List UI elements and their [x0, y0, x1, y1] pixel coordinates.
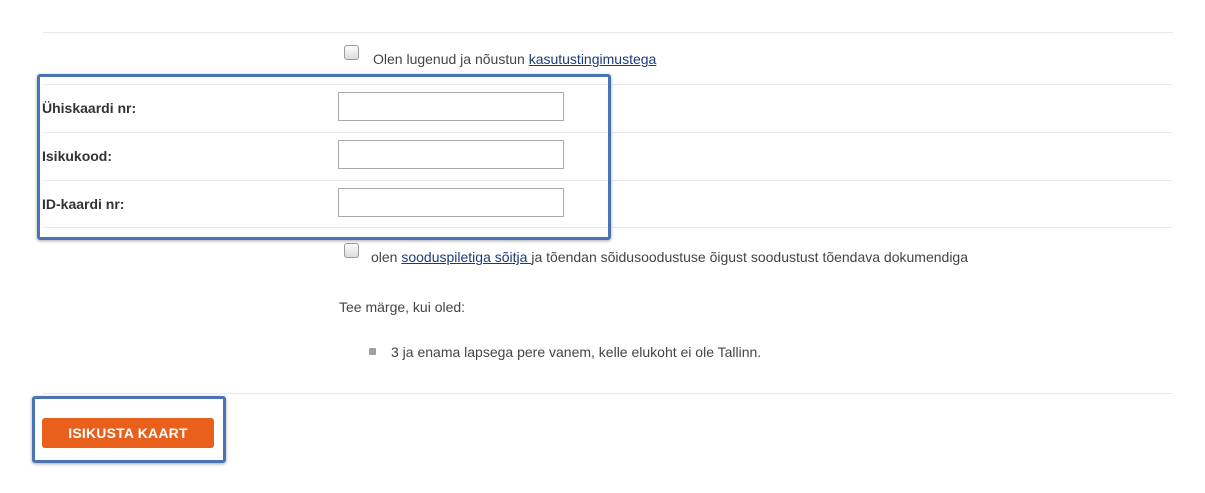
- option-item: 3 ja enama lapsega pere vanem, kelle elu…: [391, 344, 762, 360]
- row-divider: [43, 393, 1173, 394]
- id-card-number-input[interactable]: [338, 188, 564, 217]
- card-number-input[interactable]: [338, 92, 564, 121]
- terms-checkbox[interactable]: [344, 45, 359, 60]
- discount-link[interactable]: sooduspiletiga sõitja: [401, 249, 531, 265]
- personal-code-input[interactable]: [338, 140, 564, 169]
- row-divider: [43, 180, 1173, 181]
- option-bullet-icon: [369, 348, 376, 355]
- id-card-number-label: ID-kaardi nr:: [42, 196, 125, 212]
- row-divider: [43, 32, 1173, 33]
- row-divider: [43, 227, 1173, 228]
- discount-text-after: ja tõendan sõidusoodustuse õigust soodus…: [531, 249, 968, 265]
- personal-code-label: Isikukood:: [42, 148, 113, 164]
- discount-checkbox[interactable]: [344, 243, 359, 258]
- discount-text-before: olen: [371, 249, 402, 265]
- personalize-card-button[interactable]: ISIKUSTA KAART: [42, 418, 214, 448]
- discount-text: olen sooduspiletiga sõitja ja tõendan sõ…: [371, 249, 968, 265]
- card-number-label: Ühiskaardi nr:: [42, 100, 137, 116]
- terms-text-before: Olen lugenud ja nõustun: [373, 51, 529, 67]
- mark-prompt: Tee märge, kui oled:: [339, 299, 466, 315]
- terms-text: Olen lugenud ja nõustun kasutustingimust…: [373, 51, 656, 67]
- row-divider: [43, 132, 1173, 133]
- terms-link[interactable]: kasutustingimustega: [529, 51, 657, 67]
- row-divider: [43, 84, 1173, 85]
